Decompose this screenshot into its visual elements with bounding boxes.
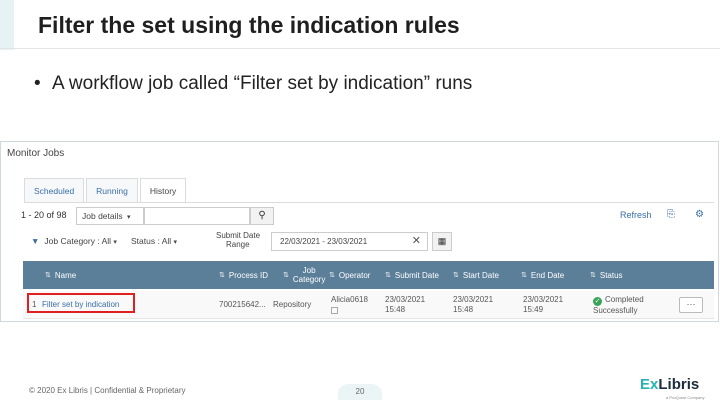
column-operator-label: Operator [338,270,371,280]
submit-time-value: 15:48 [385,305,406,314]
column-end-date[interactable]: ⇅ End Date [521,261,564,289]
column-status[interactable]: ⇅ Status [590,261,623,289]
end-date-value: 23/03/2021 [523,295,564,304]
tab-history[interactable]: History [139,178,187,203]
filter-bar: ▼ Job Category : All ▾ Status : All ▾ Sub… [0,230,720,254]
end-time-value: 15:49 [523,305,544,314]
column-job-category-line2: Category [292,275,326,284]
date-range-input[interactable]: 22/03/2021 - 23/03/2021 ✕ [271,232,428,251]
search-input[interactable] [144,207,250,225]
column-start-date[interactable]: ⇅ Start Date [453,261,499,289]
export-icon[interactable]: ⎘ [667,209,675,220]
submit-date-range-label: Submit Date Range [216,231,260,249]
chevron-down-icon: ▾ [113,239,117,246]
column-status-label: Status [599,270,623,280]
bullet-dot: • [34,73,41,94]
logo-tagline: a ProQuest Company [666,395,705,400]
submit-date-cell: 23/03/2021 15:48 [385,295,425,315]
column-job-category[interactable]: ⇅ Job Category [283,261,325,289]
bullet-point: • A workflow job called “Filter set by in… [34,73,472,95]
tabs-divider [24,202,714,203]
start-date-value: 23/03/2021 [453,295,494,304]
chevron-down-icon: ▾ [127,214,131,221]
row-actions-button[interactable]: ··· [679,297,703,313]
clear-icon[interactable]: ✕ [412,233,421,250]
job-category-filter-label: Job Category : All [44,236,112,246]
column-operator[interactable]: ⇅ Operator [329,261,370,289]
column-process-id-label: Process ID [228,270,268,280]
tab-scheduled[interactable]: Scheduled [24,178,85,203]
chevron-down-icon: ▾ [173,239,178,246]
sort-icon: ⇅ [453,272,459,279]
status-filter-label: Status : All [131,236,172,246]
column-process-id[interactable]: ⇅ Process ID [219,261,268,289]
submit-date-label-line1: Submit Date [216,231,261,240]
column-submit-date-label: Submit Date [394,270,439,280]
search-button[interactable]: ⚲ [250,207,274,225]
end-date-cell: 23/03/2021 15:49 [523,295,563,315]
page-number: 20 [338,384,382,400]
start-time-value: 15:48 [453,305,474,314]
tab-running[interactable]: Running [86,178,138,203]
filter-icon: ▼ [31,236,40,246]
search-scope-select[interactable]: Job details ▾ [76,207,144,225]
column-end-date-label: End Date [530,270,565,280]
operator-name: Alicia0618 [331,295,368,304]
job-category-cell: Repository [273,300,312,309]
table-row: 1 Filter set by indication 700215642... … [23,291,714,319]
column-job-category-line1: Job [302,266,316,275]
submit-date-label-line2: Range [226,240,250,249]
refresh-link[interactable]: Refresh [620,210,652,220]
job-category-filter[interactable]: ▼ Job Category : All ▾ [31,236,117,246]
sort-icon: ⇅ [521,272,527,279]
sort-icon: ⇅ [590,272,596,279]
column-name-label: Name [54,270,77,280]
job-tabs: Scheduled Running History [24,178,188,203]
job-name-link[interactable]: Filter set by indication [42,300,119,309]
results-toolbar: 1 - 20 of 98 Job details ▾ ⚲ Refresh ⎘ ⚙ [0,206,720,226]
table-header: ⇅ Name ⇅ Process ID ⇅ Job Category ⇅ Operator… [23,261,714,289]
user-icon [331,307,338,314]
sort-icon: ⇅ [329,272,335,279]
column-start-date-label: Start Date [462,270,499,280]
check-circle-icon: ✓ [593,297,602,306]
monitor-jobs-title: Monitor Jobs [7,148,65,159]
status-cell: ✓ Completed Successfully [593,295,644,316]
exlibris-logo: ExLibris [640,376,699,393]
bullet-text: A workflow job called “Filter set by ind… [52,73,473,94]
title-accent-bar [0,0,14,50]
settings-icon[interactable]: ⚙ [695,209,704,220]
status-value-line1: Completed [605,295,644,304]
calendar-icon: ▦ [437,236,447,246]
sort-icon: ⇅ [45,272,51,279]
start-date-cell: 23/03/2021 15:48 [453,295,493,315]
footer-copyright: © 2020 Ex Libris | Confidential & Propri… [29,386,186,395]
logo-ex: Ex [640,376,659,393]
calendar-button[interactable]: ▦ [432,232,452,251]
status-filter[interactable]: Status : All ▾ [131,236,177,246]
result-count: 1 - 20 of 98 [21,210,67,220]
sort-icon: ⇅ [283,272,289,279]
operator-cell: Alicia0618 [331,295,368,317]
title-divider [0,48,720,49]
sort-icon: ⇅ [385,272,391,279]
logo-libris: Libris [658,376,700,393]
status-value-line2: Successfully [593,306,638,315]
search-icon: ⚲ [258,210,266,221]
column-job-category-label: Job Category [293,266,325,284]
slide-title: Filter the set using the indication rule… [38,12,460,38]
process-id-cell: 700215642... [219,300,266,309]
column-submit-date[interactable]: ⇅ Submit Date [385,261,439,289]
search-scope-label: Job details [82,211,123,221]
date-range-value: 22/03/2021 - 23/03/2021 [280,237,368,246]
submit-date-value: 23/03/2021 [385,295,426,304]
sort-icon: ⇅ [219,272,225,279]
column-name[interactable]: ⇅ Name [45,261,76,289]
